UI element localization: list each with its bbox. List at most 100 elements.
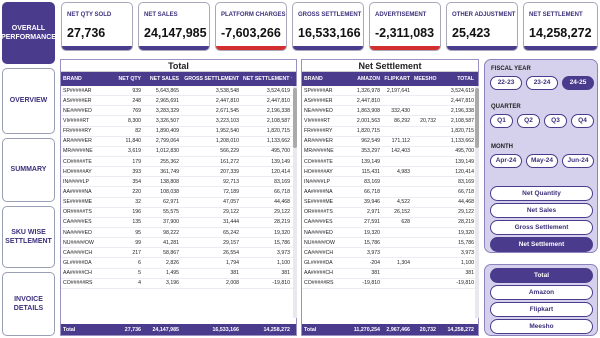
table-row[interactable]: SP#####AR 1,326,978 2,197,641 3,524,619: [302, 86, 478, 97]
table-row[interactable]: NE#####ED 1,863,908 332,430 2,196,338: [302, 106, 478, 117]
sort-desc-icon: ▼: [290, 76, 292, 82]
table-row[interactable]: AA#####CH 5 1,495 381 381: [61, 269, 296, 279]
table-row[interactable]: IN#####LP 354 138,808 92,713 83,169: [61, 177, 296, 188]
col-header-brand[interactable]: BRAND: [61, 76, 113, 82]
col-header-total[interactable]: TOTAL: [438, 76, 476, 82]
view-amazon-button[interactable]: Amazon: [490, 285, 593, 300]
value-cell: 179: [132, 158, 141, 165]
col-header-brand[interactable]: BRAND: [302, 76, 346, 82]
col-header-net-sales[interactable]: NET SALES: [143, 76, 181, 82]
metric-net-quantity-button[interactable]: Net Quantity: [490, 186, 593, 201]
table-row[interactable]: NA#####ED 19,320 19,320: [302, 228, 478, 239]
nav-item-summary[interactable]: SUMMARY: [2, 138, 55, 202]
table-row[interactable]: NU#####OW 99 41,281 29,157 15,786: [61, 238, 296, 249]
table-row[interactable]: AA#####CH 381 381: [302, 269, 478, 279]
fiscal-year-label: FISCAL YEAR: [491, 66, 531, 72]
value-cell: 66,718: [274, 188, 290, 195]
brand-cell: AA#####CH: [63, 270, 92, 277]
table-row[interactable]: NE#####ED 769 3,283,329 2,671,545 2,196,338: [61, 106, 296, 117]
table-row[interactable]: CA#####ES 135 37,900 31,444 28,219: [61, 218, 296, 228]
table-row[interactable]: SP#####AR 939 5,643,865 3,538,548 3,524,619: [61, 86, 296, 97]
table-row[interactable]: MR#####NE 353,297 142,403 495,700: [302, 147, 478, 157]
brand-cell: AR#####ER: [63, 138, 92, 145]
brand-cell: CA#####ES: [63, 219, 92, 226]
view-flipkart-button[interactable]: Flipkart: [490, 302, 593, 317]
value-cell: 2,008: [226, 280, 239, 287]
metric-net-sales-button[interactable]: Net Sales: [490, 203, 593, 218]
nav-item-invoice-details[interactable]: INVOICE DETAILS: [2, 272, 55, 336]
quarter-q1[interactable]: Q1: [490, 114, 513, 128]
nav-item-sku-wise-settlement[interactable]: SKU WISE SETTLEMENT: [2, 206, 55, 268]
value-cell: 2,196,338: [450, 107, 474, 114]
value-cell: 2,447,810: [215, 97, 239, 104]
value-cell: 6: [138, 259, 141, 266]
brand-cell: FR#####RY: [63, 128, 92, 135]
col-header-flipkart[interactable]: FLIPKART: [382, 76, 412, 82]
table-row[interactable]: CO#####TE 179 255,362 161,272 139,149: [61, 157, 296, 168]
table-row[interactable]: OR#####TS 2,971 26,152 29,122: [302, 208, 478, 218]
table-row[interactable]: SE#####ME 32 62,971 47,057 44,468: [61, 198, 296, 208]
table-row[interactable]: VI#####RT 8,300 3,326,507 3,223,103 2,108,58…: [61, 116, 296, 127]
brand-cell: SP#####AR: [304, 87, 333, 94]
table-row[interactable]: OR#####TS 196 55,575 29,122 29,122: [61, 208, 296, 218]
table-row[interactable]: FR#####RY 1,820,715 1,820,715: [302, 127, 478, 137]
col-header-gross-settlement[interactable]: GROSS SETTLEMENT: [181, 76, 241, 82]
table-row[interactable]: CO#####RS -19,810 -19,810: [302, 279, 478, 289]
table-row[interactable]: CO#####TE 139,149 139,149: [302, 157, 478, 168]
fiscal-year-22-23[interactable]: 22-23: [490, 76, 522, 90]
quarter-q2[interactable]: Q2: [517, 114, 540, 128]
total-table-scrollbar[interactable]: [293, 86, 297, 318]
value-cell: 65,242: [223, 229, 239, 236]
table-row[interactable]: SE#####ME 39,946 4,522 44,468: [302, 198, 478, 208]
table-row[interactable]: AS#####ER 248 2,965,691 2,447,810 2,447,810: [61, 96, 296, 107]
settlement-table-scrollbar[interactable]: [475, 86, 479, 318]
metric-net-settlement-button[interactable]: Net Settlement: [490, 237, 593, 252]
table-row[interactable]: AA#####NA 220 108,038 72,189 66,718: [61, 187, 296, 198]
table-row[interactable]: VI#####RT 2,001,563 86,292 20,732 2,108,587: [302, 116, 478, 127]
value-cell: 120,414: [455, 168, 474, 175]
kpi-label: GROSS SETTLEMENT: [298, 12, 362, 18]
table-row[interactable]: MR#####NE 3,619 1,012,830 566,229 495,700: [61, 147, 296, 157]
month-jun-24[interactable]: Jun-24: [562, 154, 594, 168]
month-may-24[interactable]: May-24: [526, 154, 558, 168]
table-row[interactable]: IN#####LP 83,169 83,169: [302, 177, 478, 188]
value-cell: 3,283,329: [155, 107, 179, 114]
value-cell: 2,965,691: [155, 97, 179, 104]
col-header-meesho[interactable]: MEESHO: [412, 76, 438, 82]
table-row[interactable]: CO#####RS 4 3,196 2,008 -19,810: [61, 279, 296, 289]
nav-item-overall-performance[interactable]: OVERALL PERFORMANCE: [1, 2, 56, 64]
scrollbar-thumb[interactable]: [293, 88, 297, 148]
table-row[interactable]: HO#####AY 115,431 4,983 120,414: [302, 167, 478, 178]
table-row[interactable]: CA#####CH 217 58,867 26,554 3,973: [61, 248, 296, 259]
table-row[interactable]: HO#####AY 393 361,749 207,339 120,414: [61, 167, 296, 178]
scrollbar-thumb[interactable]: [475, 88, 479, 148]
brand-cell: GL#####DA: [304, 259, 333, 266]
kpi-accent-bar: [216, 46, 286, 50]
view-meesho-button[interactable]: Meesho: [490, 319, 593, 334]
col-header-amazon[interactable]: AMAZON: [346, 76, 382, 82]
table-row[interactable]: GL#####DA -204 1,304 1,100: [302, 258, 478, 269]
fiscal-year-23-24[interactable]: 23-24: [526, 76, 558, 90]
table-row[interactable]: NA#####ED 95 98,222 65,242 19,320: [61, 228, 296, 239]
table-row[interactable]: CA#####CH 3,973 3,973: [302, 248, 478, 259]
table-row[interactable]: AS#####ER 2,447,810 2,447,810: [302, 96, 478, 107]
month-apr-24[interactable]: Apr-24: [490, 154, 522, 168]
nav-item-overview[interactable]: OVERVIEW: [2, 68, 55, 134]
col-header-net-qty[interactable]: NET QTY: [113, 76, 143, 82]
table-row[interactable]: GL#####DA 6 2,826 1,794 1,100: [61, 258, 296, 269]
fiscal-year-24-25[interactable]: 24-25: [562, 76, 594, 90]
value-cell: 58,867: [163, 249, 179, 256]
quarter-q3[interactable]: Q3: [544, 114, 567, 128]
metric-gross-settlement-button[interactable]: Gross Settlement: [490, 220, 593, 235]
table-row[interactable]: AR#####ER 11,840 2,799,064 1,208,010 1,133,6…: [61, 137, 296, 147]
quarter-q4[interactable]: Q4: [571, 114, 594, 128]
col-header-net-settlement[interactable]: NET SETTLEMENT▼: [241, 76, 292, 82]
table-row[interactable]: CA#####ES 27,591 628 28,219: [302, 218, 478, 228]
table-row[interactable]: AR#####ER 962,549 171,112 1,133,662: [302, 137, 478, 147]
value-cell: 171,112: [391, 138, 410, 145]
view-total-button[interactable]: Total: [490, 268, 593, 283]
table-row[interactable]: NU#####OW 15,786 15,786: [302, 238, 478, 249]
value-cell: 139,149: [271, 158, 290, 165]
table-row[interactable]: AA#####NA 66,718 66,718: [302, 187, 478, 198]
table-row[interactable]: FR#####RY 82 1,890,409 1,952,540 1,820,715: [61, 127, 296, 137]
